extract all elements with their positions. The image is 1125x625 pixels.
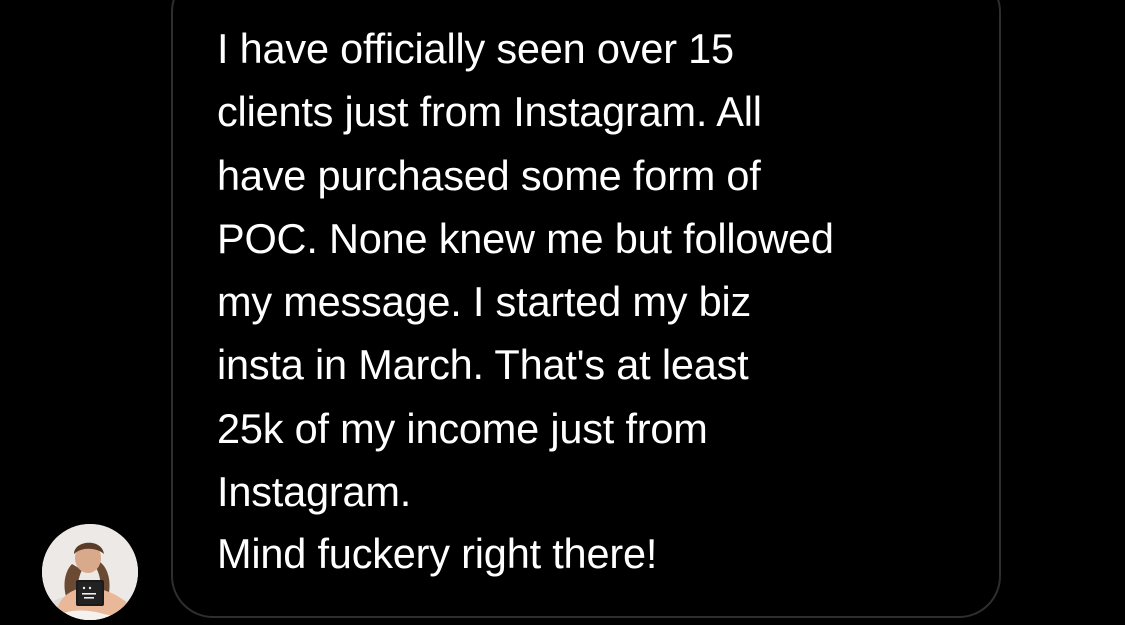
chat-screen: I have officially seen over 15 clients j… xyxy=(0,0,1125,625)
profile-photo-avatar-icon xyxy=(42,524,138,620)
sender-avatar[interactable] xyxy=(42,524,138,620)
message-text: I have officially seen over 15 clients j… xyxy=(217,25,834,516)
message-text-closing-line: Mind fuckery right there! xyxy=(217,530,658,577)
